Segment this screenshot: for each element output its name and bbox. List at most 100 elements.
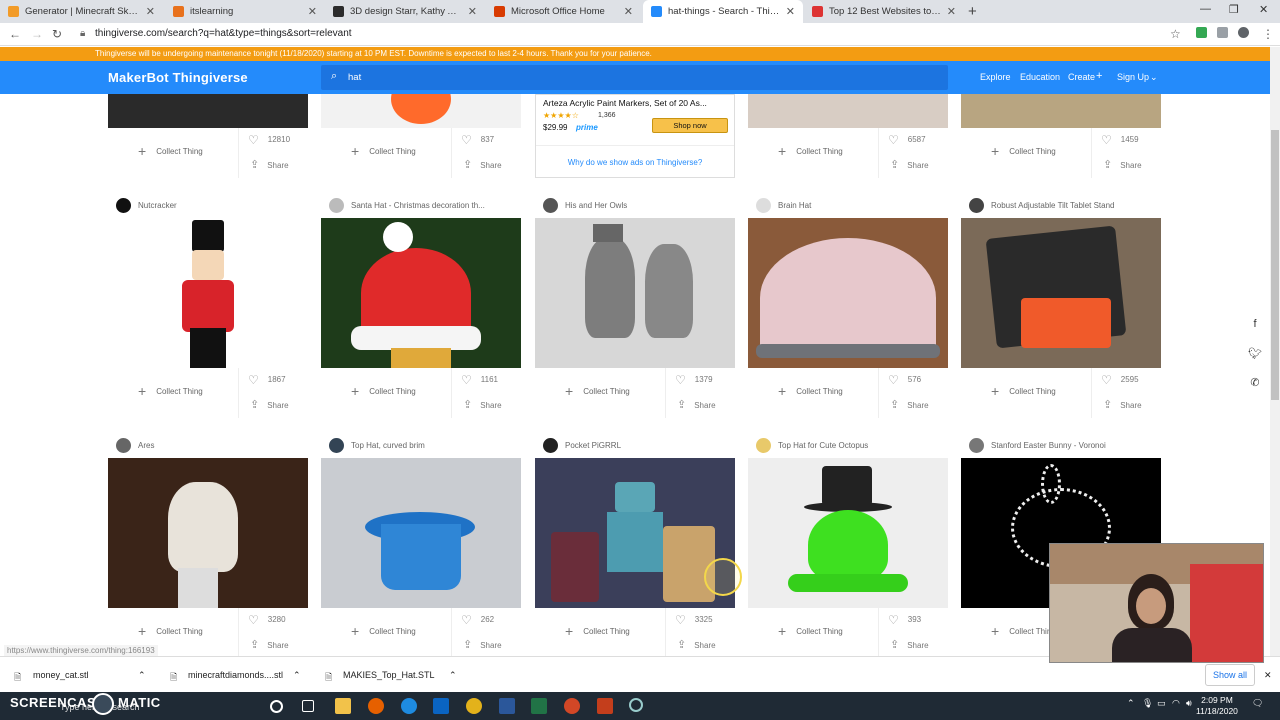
share-button[interactable]: ⇪ Share — [250, 158, 289, 171]
thing-image[interactable] — [748, 94, 948, 128]
thing-title[interactable]: Nutcracker — [138, 201, 177, 210]
thing-image[interactable] — [535, 458, 735, 608]
volume-icon[interactable]: 🔊︎ — [1186, 698, 1192, 709]
collect-thing-button[interactable]: + Collect Thing — [351, 143, 416, 159]
like-button[interactable]: ♡ 837 — [461, 133, 494, 147]
thing-card[interactable]: Ares + Collect Thing ♡ 3280 ⇪ Share — [108, 432, 308, 658]
nav-signup[interactable]: Sign Up — [1117, 72, 1149, 82]
reload-icon[interactable]: ↻ — [52, 27, 62, 41]
share-button[interactable]: ⇪ Share — [890, 398, 929, 411]
close-icon[interactable]: ✕ — [1264, 670, 1272, 681]
avatar[interactable] — [116, 197, 131, 213]
like-button[interactable]: ♡ 393 — [888, 613, 921, 627]
avatar[interactable] — [116, 437, 131, 453]
avatar[interactable] — [756, 437, 771, 453]
close-icon[interactable]: ✕ — [146, 5, 155, 18]
chevron-up-icon[interactable]: ⌃ — [138, 670, 146, 681]
thing-title[interactable]: Santa Hat - Christmas decoration th... — [351, 201, 485, 210]
share-button[interactable]: ⇪ Share — [463, 398, 502, 411]
scrollbar-thumb[interactable] — [1271, 130, 1279, 400]
window-close-icon[interactable]: ✕ — [1259, 3, 1268, 16]
thing-title[interactable]: Top Hat, curved brim — [351, 441, 425, 450]
maximize-icon[interactable]: ❐ — [1229, 3, 1239, 16]
like-button[interactable]: ♡ 12810 — [248, 133, 290, 147]
thing-title[interactable]: Stanford Easter Bunny - Voronoi — [991, 441, 1106, 450]
share-button[interactable]: ⇪ Share — [463, 638, 502, 651]
url-field[interactable]: thingiverse.com/search?q=hat&type=things… — [95, 28, 352, 39]
close-icon[interactable]: ✕ — [947, 5, 956, 18]
chevron-up-icon[interactable]: ⌃ — [293, 670, 301, 681]
like-button[interactable]: ♡ 6587 — [888, 133, 926, 147]
shop-now-button[interactable]: Shop now — [652, 118, 728, 133]
thing-card[interactable]: Top Hat for Cute Octopus + Collect Thing … — [748, 432, 948, 658]
new-tab-icon[interactable]: + — [968, 3, 977, 20]
search-input[interactable]: hat — [348, 72, 361, 83]
collect-thing-button[interactable]: + Collect Thing — [138, 143, 203, 159]
file-explorer-icon[interactable] — [335, 698, 351, 714]
browser-tab-active[interactable]: hat-things - Search - Thingiverse✕ — [643, 0, 803, 23]
close-icon[interactable]: ✕ — [468, 5, 477, 18]
excel-icon[interactable] — [531, 698, 547, 714]
share-button[interactable]: ⇪ Share — [890, 638, 929, 651]
collect-thing-button[interactable]: + Collect Thing — [991, 383, 1056, 399]
thing-card[interactable]: Pocket PiGRRL + Collect Thing ♡ 3325 ⇪ Shar… — [535, 432, 735, 658]
notifications-icon[interactable]: 🗨︎ — [1252, 698, 1263, 709]
facebook-icon[interactable]: f — [1248, 318, 1262, 330]
puzzle-icon[interactable] — [1217, 27, 1228, 38]
ad-box[interactable]: Arteza Acrylic Paint Markers, Set of 20 … — [535, 94, 735, 178]
collect-thing-button[interactable]: + Collect Thing — [138, 623, 203, 639]
like-button[interactable]: ♡ 576 — [888, 373, 921, 387]
thing-image[interactable] — [748, 218, 948, 368]
like-button[interactable]: ♡ 3325 — [675, 613, 713, 627]
thing-title[interactable]: Ares — [138, 441, 154, 450]
thing-image[interactable] — [961, 218, 1161, 368]
thing-card[interactable]: Robust Adjustable Tilt Tablet Stand + Col… — [961, 192, 1161, 418]
collect-thing-button[interactable]: + Collect Thing — [351, 383, 416, 399]
like-button[interactable]: ♡ 1459 — [1101, 133, 1139, 147]
browser-tab[interactable]: itslearning ✕ — [165, 0, 325, 23]
thing-card[interactable]: + Collect Thing ♡ 6587 ⇪ Share — [748, 94, 948, 178]
avatar[interactable] — [329, 197, 344, 213]
thing-title[interactable]: Top Hat for Cute Octopus — [778, 441, 868, 450]
avatar[interactable] — [543, 197, 558, 213]
battery-icon[interactable]: ▭ — [1157, 698, 1166, 709]
collect-thing-button[interactable]: + Collect Thing — [991, 623, 1056, 639]
thing-image[interactable] — [748, 458, 948, 608]
chevron-up-icon[interactable]: ⌃ — [1127, 698, 1135, 709]
close-icon[interactable]: ✕ — [308, 5, 317, 18]
share-button[interactable]: ⇪ Share — [463, 158, 502, 171]
browser-tab[interactable]: Generator | Minecraft Skins ✕ — [0, 0, 163, 23]
avatar[interactable] — [756, 197, 771, 213]
like-button[interactable]: ♡ 262 — [461, 613, 494, 627]
thing-card[interactable]: Nutcracker + Collect Thing ♡ 1867 ⇪ Share — [108, 192, 308, 418]
collect-thing-button[interactable]: + Collect Thing — [991, 143, 1056, 159]
ad-why-link[interactable]: Why do we show ads on Thingiverse? — [536, 158, 734, 167]
thing-title[interactable]: Brain Hat — [778, 201, 811, 210]
collect-thing-button[interactable]: + Collect Thing — [778, 143, 843, 159]
collect-thing-button[interactable]: + Collect Thing — [138, 383, 203, 399]
thing-card[interactable]: + Collect Thing ♡ 1459 ⇪ Share — [961, 94, 1161, 178]
firefox-icon[interactable] — [368, 698, 384, 714]
thing-card[interactable]: Brain Hat + Collect Thing ♡ 576 ⇪ Share — [748, 192, 948, 418]
site-logo[interactable]: MakerBot Thingiverse — [108, 70, 248, 85]
thing-image[interactable] — [321, 458, 521, 608]
share-button[interactable]: ⇪ Share — [677, 638, 716, 651]
browser-tab[interactable]: Microsoft Office Home ✕ — [486, 0, 641, 23]
like-button[interactable]: ♡ 2595 — [1101, 373, 1139, 387]
chrome-icon[interactable] — [466, 698, 482, 714]
close-icon[interactable]: ✕ — [786, 5, 795, 18]
browser-tab[interactable]: 3D design Starr, Kathy Avatar | T✕ — [325, 0, 485, 23]
share-button[interactable]: ⇪ Share — [1103, 158, 1142, 171]
app-icon[interactable] — [564, 698, 580, 714]
collect-thing-button[interactable]: + Collect Thing — [351, 623, 416, 639]
avatar[interactable] — [969, 437, 984, 453]
download-item[interactable]: MAKIES_Top_Hat.STL — [343, 670, 435, 680]
like-button[interactable]: ♡ 1867 — [248, 373, 286, 387]
wifi-icon[interactable]: ◠ — [1172, 698, 1180, 709]
thing-image[interactable] — [108, 218, 308, 368]
thing-image[interactable] — [108, 458, 308, 608]
thing-title[interactable]: His and Her Owls — [565, 201, 627, 210]
collect-thing-button[interactable]: + Collect Thing — [565, 623, 630, 639]
task-view-icon[interactable] — [302, 700, 314, 712]
chevron-up-icon[interactable]: ⌃ — [449, 670, 457, 681]
